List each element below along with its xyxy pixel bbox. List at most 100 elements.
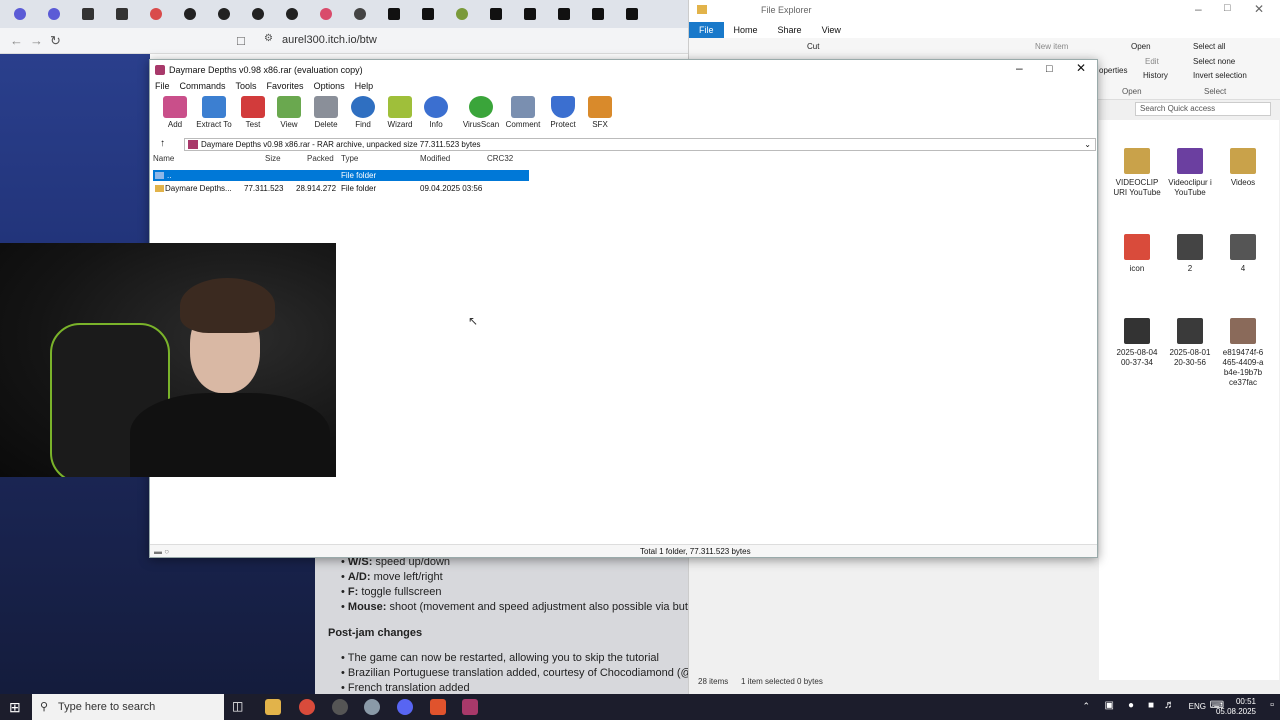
list-item[interactable]: 4 bbox=[1217, 234, 1269, 274]
browser-tab[interactable] bbox=[278, 3, 306, 25]
browser-tab[interactable] bbox=[108, 3, 136, 25]
browser-tab[interactable] bbox=[346, 3, 374, 25]
list-item[interactable]: Videoclipur i YouTube bbox=[1164, 148, 1216, 198]
cut-button[interactable]: Cut bbox=[807, 42, 819, 51]
forward-icon[interactable]: → bbox=[30, 33, 43, 48]
table-row[interactable]: .. File folder bbox=[153, 170, 529, 181]
menu-help[interactable]: Help bbox=[350, 80, 379, 93]
winrar-taskbar-icon[interactable] bbox=[462, 699, 478, 715]
maximize-icon[interactable]: □ bbox=[1224, 2, 1231, 14]
language-indicator[interactable]: ENG bbox=[1189, 702, 1206, 711]
discord-icon[interactable] bbox=[397, 699, 413, 715]
sfx-button[interactable]: SFX bbox=[579, 96, 621, 129]
column-modified[interactable]: Modified bbox=[420, 154, 450, 163]
history-button[interactable]: History bbox=[1143, 71, 1168, 80]
select-none-button[interactable]: Select none bbox=[1193, 57, 1235, 66]
menu-options[interactable]: Options bbox=[309, 80, 350, 93]
taskbar-clock[interactable]: 00:51 05.08.2025 bbox=[1216, 697, 1256, 717]
column-name[interactable]: Name bbox=[153, 154, 174, 163]
menu-file[interactable]: File bbox=[150, 80, 175, 93]
list-item[interactable]: 2 bbox=[1164, 234, 1216, 274]
menu-tools[interactable]: Tools bbox=[231, 80, 262, 93]
virusscan-button[interactable]: VirusScan bbox=[460, 96, 502, 129]
view-button[interactable]: View bbox=[268, 96, 310, 129]
browser-tab[interactable] bbox=[482, 3, 510, 25]
column-packed[interactable]: Packed bbox=[307, 154, 334, 163]
file-explorer-icon[interactable] bbox=[265, 699, 281, 715]
bookmark-icon[interactable]: □ bbox=[237, 33, 245, 48]
notification-icon[interactable]: ▫ bbox=[1270, 699, 1274, 711]
browser-tab[interactable] bbox=[618, 3, 646, 25]
browser-tab[interactable] bbox=[380, 3, 408, 25]
column-crc32[interactable]: CRC32 bbox=[487, 154, 513, 163]
volume-icon[interactable]: ♬ bbox=[1164, 699, 1175, 711]
brave-icon[interactable] bbox=[430, 699, 446, 715]
minimize-icon[interactable]: – bbox=[1195, 2, 1202, 16]
taskbar-search[interactable]: ⚲ Type here to search bbox=[32, 694, 224, 720]
edit-button[interactable]: Edit bbox=[1145, 57, 1159, 66]
column-size[interactable]: Size bbox=[265, 154, 281, 163]
microphone-icon[interactable]: ● bbox=[1128, 700, 1134, 711]
list-item[interactable]: e819474f-6 465-4409-a b4e-19b7b ce37fac bbox=[1217, 318, 1269, 388]
new-item-button[interactable]: New item bbox=[1035, 42, 1068, 51]
tab-view[interactable]: View bbox=[812, 22, 851, 38]
column-type[interactable]: Type bbox=[341, 154, 358, 163]
app-icon[interactable] bbox=[332, 699, 348, 715]
browser-tab[interactable] bbox=[244, 3, 272, 25]
browser-tab[interactable] bbox=[40, 3, 68, 25]
chevron-up-icon[interactable]: ⌃ bbox=[1082, 701, 1090, 712]
list-item[interactable]: Videos bbox=[1217, 148, 1269, 188]
delete-button[interactable]: Delete bbox=[305, 96, 347, 129]
table-row[interactable]: Daymare Depths... 77.311.523 28.914.272 … bbox=[153, 183, 529, 194]
chrome-icon[interactable] bbox=[299, 699, 315, 715]
comment-button[interactable]: Comment bbox=[502, 96, 544, 129]
url-field[interactable]: aurel300.itch.io/btw bbox=[282, 34, 377, 46]
maximize-icon[interactable]: □ bbox=[1046, 59, 1053, 79]
tab-home[interactable]: Home bbox=[724, 22, 768, 38]
browser-tab[interactable] bbox=[414, 3, 442, 25]
task-view-icon[interactable]: ◫ bbox=[232, 699, 248, 715]
list-item[interactable]: 2025-08-04 00-37-34 bbox=[1111, 318, 1163, 368]
tab-file[interactable]: File bbox=[689, 22, 724, 38]
menu-commands[interactable]: Commands bbox=[175, 80, 231, 93]
drive-icon[interactable]: ▬ ○ bbox=[154, 545, 169, 558]
list-item[interactable]: 2025-08-01 20-30-56 bbox=[1164, 318, 1216, 368]
list-item[interactable]: VIDEOCLIP URI YouTube bbox=[1111, 148, 1163, 198]
browser-tab[interactable] bbox=[448, 3, 476, 25]
extract-to-button[interactable]: Extract To bbox=[193, 96, 235, 129]
close-icon[interactable]: ✕ bbox=[1076, 58, 1086, 78]
info-button[interactable]: Info bbox=[415, 96, 457, 129]
properties-button[interactable]: operties bbox=[1099, 66, 1127, 75]
add-button[interactable]: Add bbox=[154, 96, 196, 129]
site-info-icon[interactable]: ⚙ bbox=[264, 33, 273, 44]
up-folder-icon[interactable]: ↑ bbox=[160, 138, 165, 149]
close-icon[interactable]: ✕ bbox=[1254, 2, 1264, 16]
menu-favorites[interactable]: Favorites bbox=[262, 80, 309, 93]
back-icon[interactable]: ← bbox=[10, 33, 23, 48]
windows-start-icon[interactable]: ⊞ bbox=[9, 699, 21, 716]
archive-path-bar[interactable]: Daymare Depths v0.98 x86.rar - RAR archi… bbox=[184, 138, 1096, 151]
browser-tab[interactable] bbox=[312, 3, 340, 25]
browser-tab[interactable] bbox=[74, 3, 102, 25]
browser-tab[interactable] bbox=[516, 3, 544, 25]
open-button[interactable]: Open bbox=[1131, 42, 1151, 51]
tab-share[interactable]: Share bbox=[768, 22, 812, 38]
browser-tab[interactable] bbox=[550, 3, 578, 25]
browser-tab[interactable] bbox=[584, 3, 612, 25]
reload-icon[interactable]: ↻ bbox=[50, 33, 61, 49]
chevron-down-icon[interactable]: ⌄ bbox=[1084, 139, 1091, 150]
list-item[interactable]: icon bbox=[1111, 234, 1163, 274]
browser-tab[interactable] bbox=[176, 3, 204, 25]
find-button[interactable]: Find bbox=[342, 96, 384, 129]
protect-button[interactable]: Protect bbox=[542, 96, 584, 129]
browser-tab[interactable] bbox=[6, 3, 34, 25]
quick-access-search[interactable]: Search Quick access bbox=[1135, 102, 1271, 116]
invert-selection-button[interactable]: Invert selection bbox=[1193, 71, 1247, 80]
network-icon[interactable]: ▣ bbox=[1105, 700, 1114, 711]
camera-icon[interactable]: ■ bbox=[1148, 700, 1154, 711]
browser-tab[interactable] bbox=[142, 3, 170, 25]
browser-tab[interactable] bbox=[210, 3, 238, 25]
app-icon[interactable] bbox=[364, 699, 380, 715]
minimize-icon[interactable]: – bbox=[1016, 58, 1023, 78]
select-all-button[interactable]: Select all bbox=[1193, 42, 1225, 51]
